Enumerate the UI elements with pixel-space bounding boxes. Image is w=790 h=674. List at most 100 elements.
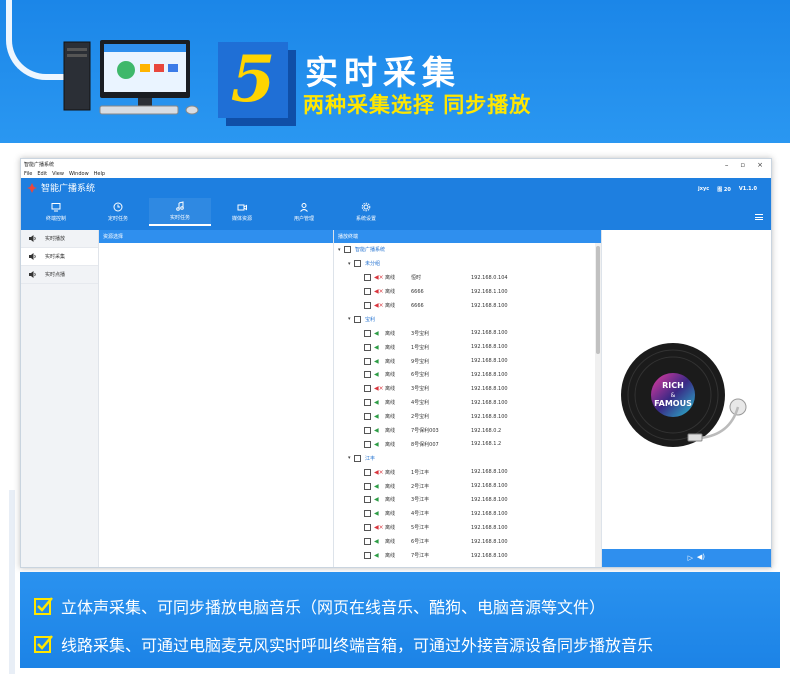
terminal-row[interactable]: ◀× 离线 3号宝利 192.168.8.100 [338, 382, 601, 396]
terminal-row[interactable]: ◀× 离线 6666 192.168.1.100 [338, 285, 601, 299]
speaker-online-icon: ◀ [374, 482, 379, 490]
checkbox[interactable] [344, 246, 351, 254]
checkbox[interactable] [354, 315, 361, 323]
checkbox[interactable] [364, 399, 371, 407]
checkbox[interactable] [364, 329, 371, 337]
terminal-row[interactable]: ◀ 离线 4号江丰 192.168.8.100 [338, 507, 601, 521]
terminal-row[interactable]: ◀ 离线 3号宝利 192.168.8.100 [338, 326, 601, 340]
hamburger-menu-icon[interactable] [755, 214, 763, 220]
checkbox[interactable] [354, 454, 361, 462]
tree-root[interactable]: ▾ 智能广播系统 [338, 243, 601, 257]
nav-system-settings[interactable]: 系统设置 [335, 198, 397, 226]
minimize-icon[interactable]: – [725, 161, 729, 169]
checkbox[interactable] [364, 482, 371, 490]
scrollbar[interactable] [595, 243, 601, 567]
terminal-row[interactable]: ◀ 离线 8号保利007 192.168.1.2 [338, 437, 601, 451]
hero-subtitle: 两种采集选择 同步播放 [303, 93, 532, 117]
terminal-row[interactable]: ◀× 离线 5号江丰 192.168.8.100 [338, 521, 601, 535]
terminal-row[interactable]: ◀× 离线 1号江丰 192.168.8.100 [338, 465, 601, 479]
video-icon [237, 204, 247, 211]
terminal-row[interactable]: ◀ 离线 1号宝利 192.168.8.100 [338, 340, 601, 354]
checkbox[interactable] [364, 510, 371, 518]
volume-icon[interactable]: ◀) [697, 553, 705, 561]
terminal-status: 离线 [385, 441, 396, 448]
checkbox[interactable] [364, 538, 371, 546]
checkbox[interactable] [364, 468, 371, 476]
terminal-ip: 192.168.0.2 [471, 427, 502, 434]
app-window: 智能广播系统 – ▫ × File Edit View Window Help … [20, 158, 772, 568]
menu-window[interactable]: Window [69, 171, 89, 177]
terminal-row[interactable]: ◀ 离线 7号江丰 192.168.8.100 [338, 549, 601, 563]
tree-group[interactable]: ▾ 未分组 [338, 257, 601, 271]
terminal-name: 3号江丰 [411, 497, 430, 504]
gear-icon [361, 202, 371, 212]
checkbox[interactable] [364, 385, 371, 393]
feature-item: 线路采集、可通过电脑麦克风实时呼叫终端音箱，可通过外接音源设备同步播放音乐 [34, 632, 653, 656]
nav-realtime-task[interactable]: 实时任务 [149, 198, 211, 226]
nav-label: 媒体资源 [231, 216, 252, 222]
terminal-row[interactable]: ◀× 离线 6666 192.168.8.100 [338, 299, 601, 313]
checkbox[interactable] [364, 371, 371, 379]
monitor-icon [51, 203, 61, 212]
checkbox[interactable] [364, 552, 371, 560]
sidebar-item-label: 实时采集 [45, 254, 66, 260]
play-icon[interactable]: ▷ [688, 554, 693, 562]
checkbox[interactable] [354, 260, 361, 268]
terminal-row[interactable]: ◀ 离线 4号宝利 192.168.8.100 [338, 396, 601, 410]
terminal-row[interactable]: ◀ 离线 2号宝利 192.168.8.100 [338, 410, 601, 424]
checkbox[interactable] [364, 288, 371, 296]
nav-scheduled-task[interactable]: 定时任务 [87, 198, 149, 226]
checkbox[interactable] [364, 343, 371, 351]
menu-file[interactable]: File [24, 171, 32, 177]
speaker-online-icon: ◀ [374, 357, 379, 365]
terminal-name: 3号宝利 [411, 386, 430, 393]
checkbox[interactable] [364, 427, 371, 435]
terminal-row[interactable]: ◀ 离线 2号江丰 192.168.8.100 [338, 479, 601, 493]
terminal-row[interactable]: ◀ 离线 3号江丰 192.168.8.100 [338, 493, 601, 507]
terminal-name: 6号宝利 [411, 372, 430, 379]
sidebar-item-realtime-play[interactable]: 实时播放 [21, 230, 98, 248]
speaker-offline-icon: ◀× [374, 288, 384, 296]
terminal-ip: 192.168.8.100 [471, 344, 508, 351]
terminal-row[interactable]: ◀ 离线 7号保利003 192.168.0.2 [338, 424, 601, 438]
user-name[interactable]: jxyc [698, 186, 709, 193]
terminal-name: 6666 [411, 288, 424, 295]
menu-help[interactable]: Help [94, 171, 105, 177]
terminal-row[interactable]: ◀ 离线 6号宝利 192.168.8.100 [338, 368, 601, 382]
checkbox[interactable] [364, 274, 371, 282]
group-label: 宝利 [365, 316, 376, 323]
tree-group[interactable]: ▾ 江丰 [338, 451, 601, 465]
close-icon[interactable]: × [757, 161, 763, 169]
terminal-status: 离线 [385, 497, 396, 504]
terminal-row[interactable]: ◀× 离线 恒时 192.168.0.104 [338, 271, 601, 285]
sidebar-item-realtime-ondemand[interactable]: 实时点播 [21, 266, 98, 284]
checkbox[interactable] [364, 302, 371, 309]
sidebar-item-realtime-capture[interactable]: 实时采集 [21, 248, 98, 266]
nav-label: 定时任务 [107, 216, 128, 222]
tree-group[interactable]: ▾ 宝利 [338, 312, 601, 326]
menu-view[interactable]: View [52, 171, 64, 177]
maximize-icon[interactable]: ▫ [740, 161, 745, 169]
version-label: V1.1.0 [738, 186, 757, 192]
notification-badge[interactable]: 图 20 [717, 186, 731, 193]
menu-edit[interactable]: Edit [37, 171, 47, 177]
terminal-row[interactable]: ◀ 离线 9号宝利 192.168.8.100 [338, 354, 601, 368]
nav-terminal-control[interactable]: 终端控制 [25, 198, 87, 226]
player-panel: RICH & FAMOUS ▷ ◀) [602, 230, 771, 567]
checkbox[interactable] [364, 413, 371, 421]
checkbox[interactable] [364, 440, 371, 448]
page: 5 实时采集 两种采集选择 同步播放 智能广播系统 – ▫ × File Edi… [0, 0, 790, 674]
checkbox[interactable] [364, 524, 371, 532]
checkbox[interactable] [364, 496, 371, 504]
decorative-pipe [6, 0, 68, 80]
terminal-ip: 192.168.8.100 [471, 524, 508, 531]
nav-user-management[interactable]: 用户管理 [273, 198, 335, 226]
checkbox[interactable] [364, 357, 371, 365]
scrollbar-thumb[interactable] [596, 246, 600, 354]
terminal-name: 4号江丰 [411, 511, 430, 518]
speaker-online-icon: ◀ [374, 496, 379, 504]
speaker-offline-icon: ◀× [374, 274, 384, 282]
tree-root-label: 智能广播系统 [355, 247, 386, 254]
terminal-row[interactable]: ◀ 离线 6号江丰 192.168.8.100 [338, 535, 601, 549]
nav-media-resource[interactable]: 媒体资源 [211, 198, 273, 226]
